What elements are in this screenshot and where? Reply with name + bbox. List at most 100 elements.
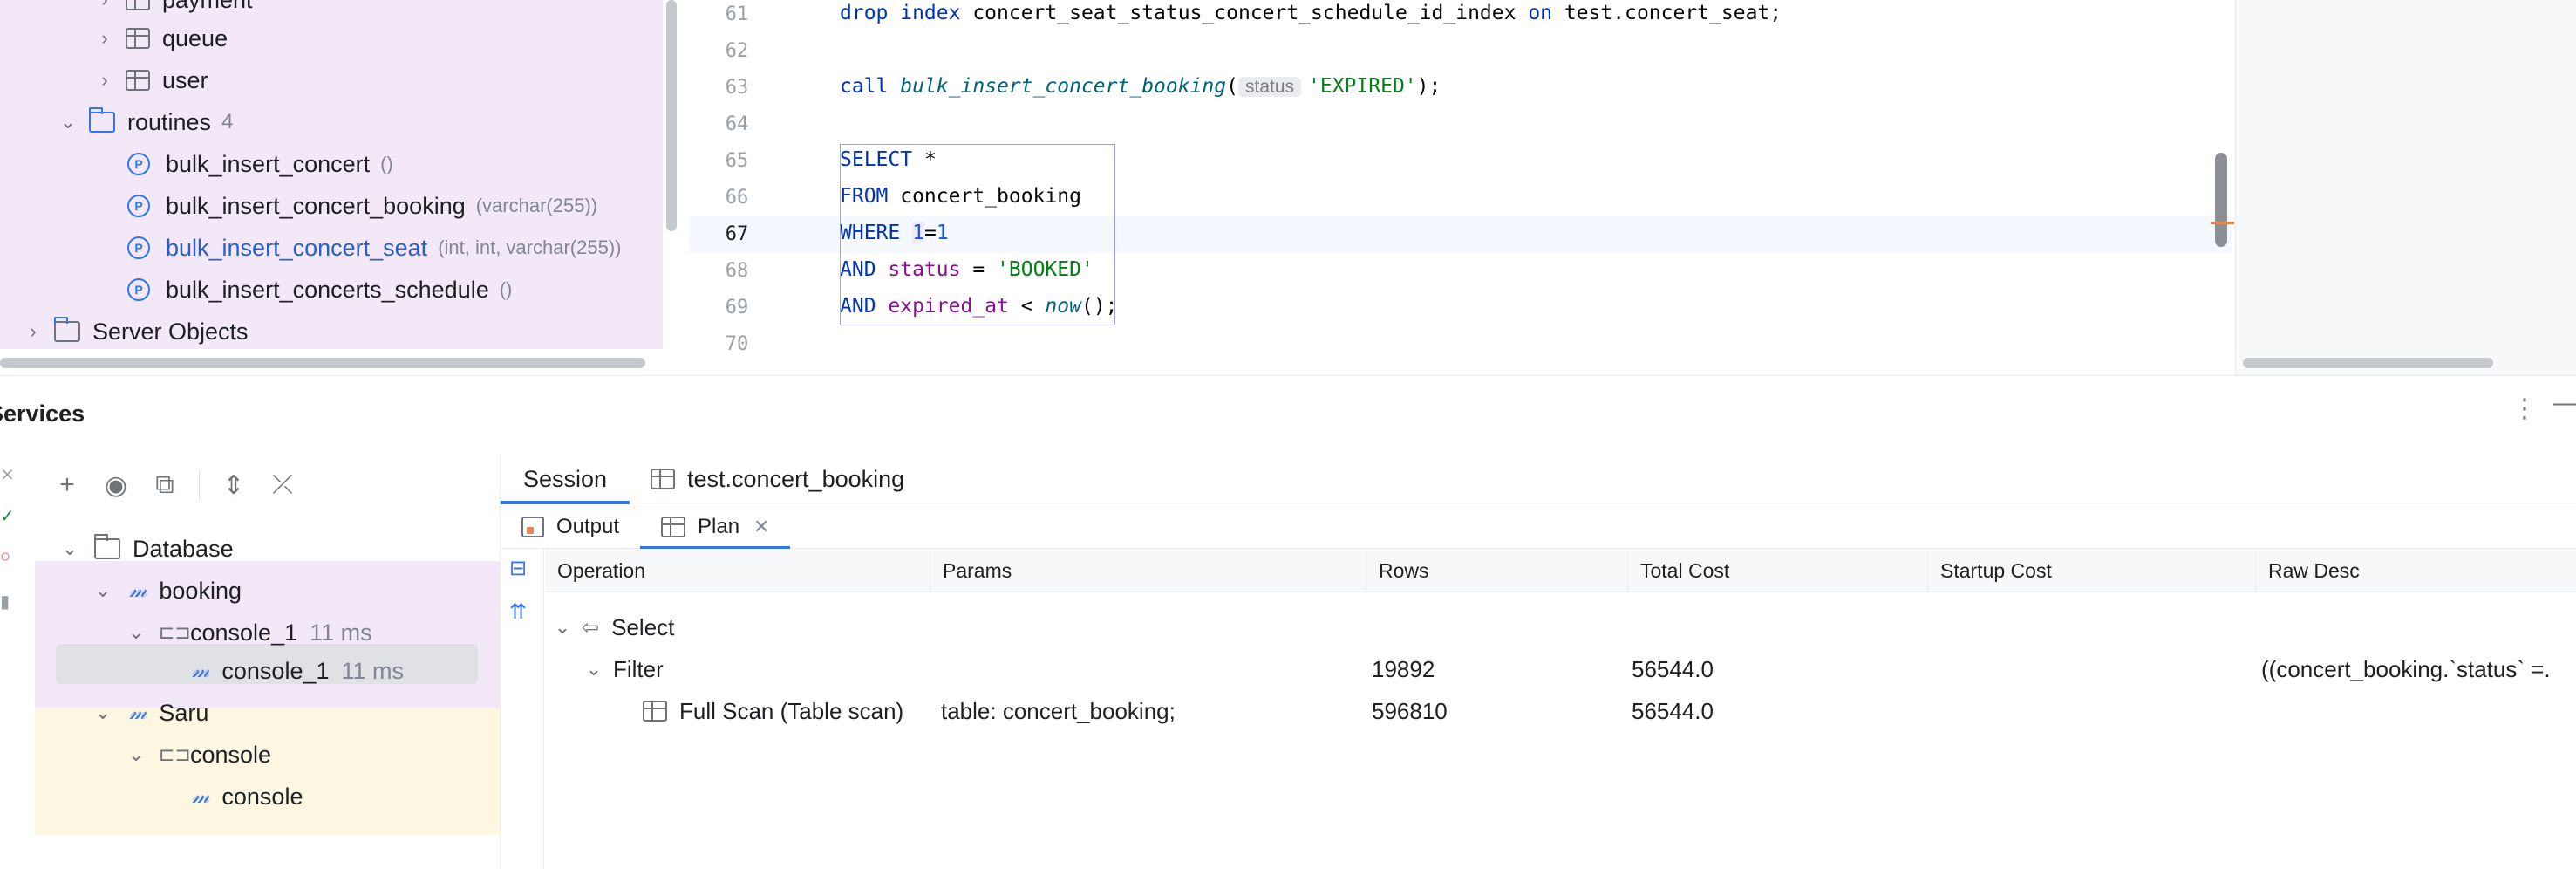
tree-item-label: bulk_insert_concert xyxy=(166,150,371,177)
plan-layout-icon[interactable]: ⊟ xyxy=(509,556,527,581)
tree-node-booking[interactable]: ⌄ 𝓂 booking xyxy=(91,570,242,612)
chevron-right-icon[interactable]: › xyxy=(92,26,117,51)
tree-vertical-scrollbar[interactable] xyxy=(666,0,677,231)
more-options-icon[interactable]: ⋮ xyxy=(2511,393,2538,424)
tab-session[interactable]: Session xyxy=(501,455,630,504)
column-header-raw-desc[interactable]: Raw Desc xyxy=(2256,549,2576,592)
tab-label: Output xyxy=(556,515,620,538)
code-identifier: concert_seat_status_concert_schedule_id_… xyxy=(960,2,1529,24)
tree-node-saru[interactable]: ⌄ 𝓂 Saru xyxy=(91,692,209,734)
tab-output[interactable]: Output xyxy=(501,505,640,549)
node-label: console_1 xyxy=(221,657,330,684)
plan-row-select[interactable]: ⌄ ⇦ Select xyxy=(550,606,675,648)
tree-item-routine[interactable]: P bulk_insert_concert () xyxy=(127,143,393,185)
tab-concert-booking[interactable]: test.concert_booking xyxy=(628,455,927,503)
operation-cell: Filter xyxy=(613,655,664,682)
rows-cell: 19892 xyxy=(1372,655,1435,682)
tree-node-console-group[interactable]: ⌄ ⊏⊐ console xyxy=(124,734,271,776)
tree-item-server-objects[interactable]: › Server Objects xyxy=(21,311,249,349)
column-header-rows[interactable]: Rows xyxy=(1366,549,1628,592)
chevron-down-icon[interactable]: ⌄ xyxy=(91,701,115,725)
chevron-down-icon[interactable]: ⌄ xyxy=(56,110,80,134)
tree-item-label: bulk_insert_concerts_schedule xyxy=(166,276,489,303)
close-icon[interactable]: ✕ xyxy=(753,516,769,538)
plan-row-filter[interactable]: ⌄ Filter xyxy=(582,648,664,690)
tree-item-label: queue xyxy=(162,24,228,51)
editor-vertical-scrollbar[interactable] xyxy=(2215,153,2227,247)
chevron-right-icon[interactable]: › xyxy=(21,319,45,344)
line-number-gutter: 61 62 63 64 65 66 67 68 69 70 xyxy=(689,0,794,375)
tree-item-routine[interactable]: P bulk_insert_concert_booking (varchar(2… xyxy=(127,185,597,227)
add-icon[interactable]: + xyxy=(52,470,82,500)
column-header-operation[interactable]: Operation xyxy=(545,549,930,592)
tree-item-label: bulk_insert_concert_booking xyxy=(166,192,466,219)
select-arrow-icon: ⇦ xyxy=(582,615,600,640)
database-explorer-tree: › payment › queue › user ⌄ routines 4 P … xyxy=(0,0,663,349)
collapse-all-icon[interactable]: ⤫ xyxy=(268,470,297,500)
column-header-startup-cost[interactable]: Startup Cost xyxy=(1928,549,2256,592)
routines-count: 4 xyxy=(221,110,234,133)
tab-plan[interactable]: Plan ✕ xyxy=(640,505,791,550)
column-header-total-cost[interactable]: Total Cost xyxy=(1628,549,1928,592)
table-icon xyxy=(651,469,675,489)
disconnect-icon[interactable]: ⨯ xyxy=(0,463,15,485)
raw-desc-cell: ((concert_booking.`status` =. xyxy=(2261,655,2551,682)
chevron-down-icon[interactable]: ⌄ xyxy=(550,615,575,640)
tree-item-user[interactable]: › user xyxy=(92,59,208,101)
new-tab-icon[interactable]: ⧉ xyxy=(150,470,180,500)
chevron-down-icon[interactable]: ⌄ xyxy=(58,537,82,561)
tree-item-routines[interactable]: ⌄ routines 4 xyxy=(56,101,233,143)
chevron-down-icon[interactable]: ⌄ xyxy=(582,657,606,681)
total-cost-cell: 56544.0 xyxy=(1632,655,1714,682)
node-label: console xyxy=(221,783,303,810)
execution-time: 11 ms xyxy=(310,619,372,646)
total-cost-cell: 56544.0 xyxy=(1632,697,1714,724)
procedure-icon: P xyxy=(127,153,150,175)
rows-cell: 596810 xyxy=(1372,697,1448,724)
column-header-params[interactable]: Params xyxy=(930,549,1366,592)
mysql-icon: 𝓂 xyxy=(192,784,210,808)
line-number: 61 xyxy=(725,3,749,25)
expand-plan-icon[interactable]: ⇈ xyxy=(509,599,527,625)
scrollbar-warning-marker[interactable] xyxy=(2211,222,2234,224)
minimize-icon[interactable]: — xyxy=(2553,388,2576,418)
plan-grid: Operation Params Rows Total Cost Startup… xyxy=(545,549,2576,869)
editor-horizontal-scrollbar[interactable] xyxy=(2243,358,2493,368)
tree-node-console-group[interactable]: ⌄ ⊏⊐ console_1 11 ms xyxy=(124,612,372,653)
tree-horizontal-scrollbar[interactable] xyxy=(0,358,645,368)
procedure-icon: P xyxy=(127,278,150,301)
tree-node-console-session[interactable]: 𝓂 console xyxy=(192,776,303,818)
code-keyword: call xyxy=(840,75,901,98)
chevron-down-icon[interactable]: ⌄ xyxy=(124,620,148,645)
expand-all-icon[interactable]: ⇕ xyxy=(219,470,249,501)
tab-label: test.concert_booking xyxy=(687,465,905,492)
chevron-right-icon[interactable]: › xyxy=(92,68,117,92)
tree-item-label: user xyxy=(162,66,208,93)
tree-item-routine[interactable]: P bulk_insert_concerts_schedule () xyxy=(127,269,512,311)
chevron-down-icon[interactable]: ⌄ xyxy=(91,578,115,603)
tree-item-routine[interactable]: P bulk_insert_concert_seat (int, int, va… xyxy=(127,227,621,269)
line-number: 70 xyxy=(725,333,749,355)
node-label: console_1 xyxy=(190,619,298,646)
chevron-right-icon[interactable]: › xyxy=(92,0,117,12)
node-label: booking xyxy=(159,577,242,604)
tree-node-database[interactable]: ⌄ Database xyxy=(58,528,234,570)
line-number: 65 xyxy=(725,150,749,172)
node-label: Database xyxy=(133,535,234,562)
operation-cell: Full Scan (Table scan) xyxy=(679,697,904,724)
line-number: 62 xyxy=(725,40,749,62)
routine-signature: () xyxy=(380,153,393,174)
tree-item-queue[interactable]: › queue xyxy=(92,17,228,59)
plan-side-toolbar: ⊟ ⇈ xyxy=(501,549,544,869)
result-subtabs: Output Plan ✕ xyxy=(501,505,2576,550)
statement-selection-box xyxy=(840,144,1115,325)
tree-node-console-session[interactable]: 𝓂 console_1 11 ms xyxy=(192,650,404,692)
chevron-down-icon[interactable]: ⌄ xyxy=(124,742,148,767)
services-tabs: Session test.concert_booking xyxy=(501,455,2576,504)
eye-icon[interactable]: ◉ xyxy=(101,470,131,501)
routine-signature: () xyxy=(499,278,513,300)
folder-icon xyxy=(94,534,120,559)
operation-cell: Select xyxy=(611,613,675,640)
procedure-icon: P xyxy=(127,236,150,259)
plan-row-full-scan[interactable]: Full Scan (Table scan) xyxy=(643,690,903,732)
